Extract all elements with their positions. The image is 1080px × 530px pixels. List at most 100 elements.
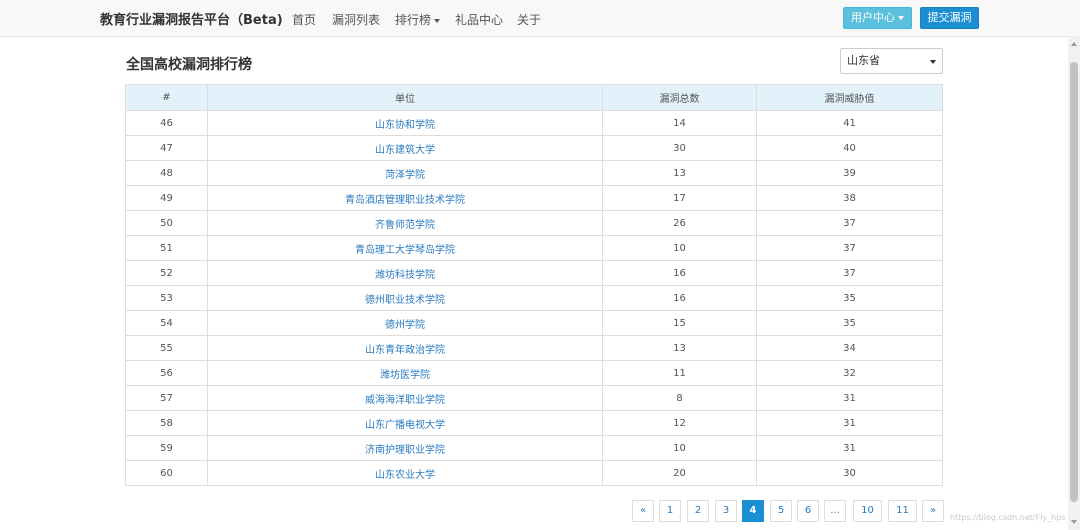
scroll-up-arrow-icon[interactable] xyxy=(1071,42,1077,46)
school-link[interactable]: 威海海洋职业学院 xyxy=(365,395,445,406)
total-cell: 26 xyxy=(602,210,757,236)
nav-item-gift-center[interactable]: 礼品中心 xyxy=(455,11,503,28)
school-link[interactable]: 青岛理工大学琴岛学院 xyxy=(355,245,455,256)
threat-cell: 40 xyxy=(756,135,943,161)
school-link[interactable]: 山东农业大学 xyxy=(375,470,435,481)
school-link[interactable]: 山东建筑大学 xyxy=(375,145,435,156)
school-cell: 德州学院 xyxy=(207,310,603,336)
school-cell: 山东农业大学 xyxy=(207,460,603,486)
nav-item-ranking[interactable]: 排行榜 xyxy=(395,11,441,28)
school-link[interactable]: 青岛酒店管理职业技术学院 xyxy=(345,195,465,206)
school-link[interactable]: 德州学院 xyxy=(385,320,425,331)
rank-cell: 46 xyxy=(125,110,208,136)
school-cell: 威海海洋职业学院 xyxy=(207,385,603,411)
school-link[interactable]: 山东青年政治学院 xyxy=(365,345,445,356)
school-link[interactable]: 山东广播电视大学 xyxy=(365,420,445,431)
rank-cell: 59 xyxy=(125,435,208,461)
page-link-3[interactable]: 3 xyxy=(715,500,737,522)
table-row: 46 山东协和学院 14 41 xyxy=(125,110,943,136)
site-brand[interactable]: 教育行业漏洞报告平台（Beta) xyxy=(100,9,283,28)
threat-cell: 37 xyxy=(756,235,943,261)
scroll-down-arrow-icon[interactable] xyxy=(1071,520,1077,524)
threat-cell: 35 xyxy=(756,310,943,336)
school-link[interactable]: 山东协和学院 xyxy=(375,120,435,131)
table-row: 53 德州职业技术学院 16 35 xyxy=(125,285,943,311)
page-link-2[interactable]: 2 xyxy=(687,500,709,522)
rank-cell: 60 xyxy=(125,460,208,486)
rank-cell: 54 xyxy=(125,310,208,336)
column-header-rank: # xyxy=(125,84,208,111)
province-selected-value: 山东省 xyxy=(847,54,880,67)
scrollbar-thumb[interactable] xyxy=(1070,62,1078,502)
school-link[interactable]: 齐鲁师范学院 xyxy=(375,220,435,231)
table-row: 47 山东建筑大学 30 40 xyxy=(125,135,943,161)
column-header-school: 单位 xyxy=(207,84,603,111)
threat-cell: 31 xyxy=(756,410,943,436)
total-cell: 10 xyxy=(602,435,757,461)
school-cell: 齐鲁师范学院 xyxy=(207,210,603,236)
threat-cell: 31 xyxy=(756,435,943,461)
page-link-1[interactable]: 1 xyxy=(659,500,681,522)
page-title: 全国高校漏洞排行榜 xyxy=(126,57,252,73)
table-row: 59 济南护理职业学院 10 31 xyxy=(125,435,943,461)
total-cell: 8 xyxy=(602,385,757,411)
page-ellipsis: ... xyxy=(824,500,846,522)
total-cell: 16 xyxy=(602,260,757,286)
chevron-down-icon xyxy=(898,16,904,20)
pagination-prev[interactable]: « xyxy=(632,500,654,522)
threat-cell: 31 xyxy=(756,385,943,411)
school-cell: 德州职业技术学院 xyxy=(207,285,603,311)
pagination-next[interactable]: » xyxy=(922,500,944,522)
table-row: 60 山东农业大学 20 30 xyxy=(125,460,943,486)
total-cell: 10 xyxy=(602,235,757,261)
school-link[interactable]: 潍坊科技学院 xyxy=(375,270,435,281)
table-row: 57 威海海洋职业学院 8 31 xyxy=(125,385,943,411)
school-link[interactable]: 德州职业技术学院 xyxy=(365,295,445,306)
threat-cell: 37 xyxy=(756,260,943,286)
school-link[interactable]: 潍坊医学院 xyxy=(380,370,430,381)
page-link-4-current[interactable]: 4 xyxy=(742,500,764,522)
total-cell: 13 xyxy=(602,160,757,186)
school-cell: 山东协和学院 xyxy=(207,110,603,136)
school-cell: 潍坊科技学院 xyxy=(207,260,603,286)
table-row: 56 潍坊医学院 11 32 xyxy=(125,360,943,386)
school-cell: 山东建筑大学 xyxy=(207,135,603,161)
school-cell: 菏泽学院 xyxy=(207,160,603,186)
table-row: 50 齐鲁师范学院 26 37 xyxy=(125,210,943,236)
rank-cell: 57 xyxy=(125,385,208,411)
page-link-10[interactable]: 10 xyxy=(853,500,882,522)
table-row: 48 菏泽学院 13 39 xyxy=(125,160,943,186)
threat-cell: 32 xyxy=(756,360,943,386)
column-header-total: 漏洞总数 xyxy=(602,84,757,111)
school-cell: 潍坊医学院 xyxy=(207,360,603,386)
submit-vuln-button[interactable]: 提交漏洞 xyxy=(920,7,979,29)
table-header-row: # 单位 漏洞总数 漏洞威胁值 xyxy=(125,84,943,111)
top-navbar: 教育行业漏洞报告平台（Beta) 首页 漏洞列表 排行榜 礼品中心 关于 用户中… xyxy=(0,0,1080,37)
rank-cell: 52 xyxy=(125,260,208,286)
table-row: 51 青岛理工大学琴岛学院 10 37 xyxy=(125,235,943,261)
page-link-5[interactable]: 5 xyxy=(770,500,792,522)
threat-cell: 35 xyxy=(756,285,943,311)
total-cell: 15 xyxy=(602,310,757,336)
threat-cell: 30 xyxy=(756,460,943,486)
vertical-scrollbar[interactable] xyxy=(1068,36,1080,530)
user-center-button[interactable]: 用户中心 xyxy=(843,7,912,29)
province-select[interactable]: 山东省 xyxy=(840,48,943,74)
table-row: 52 潍坊科技学院 16 37 xyxy=(125,260,943,286)
school-cell: 青岛理工大学琴岛学院 xyxy=(207,235,603,261)
rank-cell: 50 xyxy=(125,210,208,236)
watermark-text: https://blog.csdn.net/Fly_hps xyxy=(950,513,1066,522)
total-cell: 20 xyxy=(602,460,757,486)
school-link[interactable]: 济南护理职业学院 xyxy=(365,445,445,456)
school-cell: 山东青年政治学院 xyxy=(207,335,603,361)
page-link-6[interactable]: 6 xyxy=(797,500,819,522)
page-link-11[interactable]: 11 xyxy=(888,500,917,522)
school-link[interactable]: 菏泽学院 xyxy=(385,170,425,181)
nav-item-about[interactable]: 关于 xyxy=(517,11,541,28)
threat-cell: 34 xyxy=(756,335,943,361)
rank-cell: 47 xyxy=(125,135,208,161)
nav-item-home[interactable]: 首页 xyxy=(292,11,316,28)
column-header-threat: 漏洞威胁值 xyxy=(756,84,943,111)
nav-item-vuln-list[interactable]: 漏洞列表 xyxy=(332,11,380,28)
rank-cell: 56 xyxy=(125,360,208,386)
